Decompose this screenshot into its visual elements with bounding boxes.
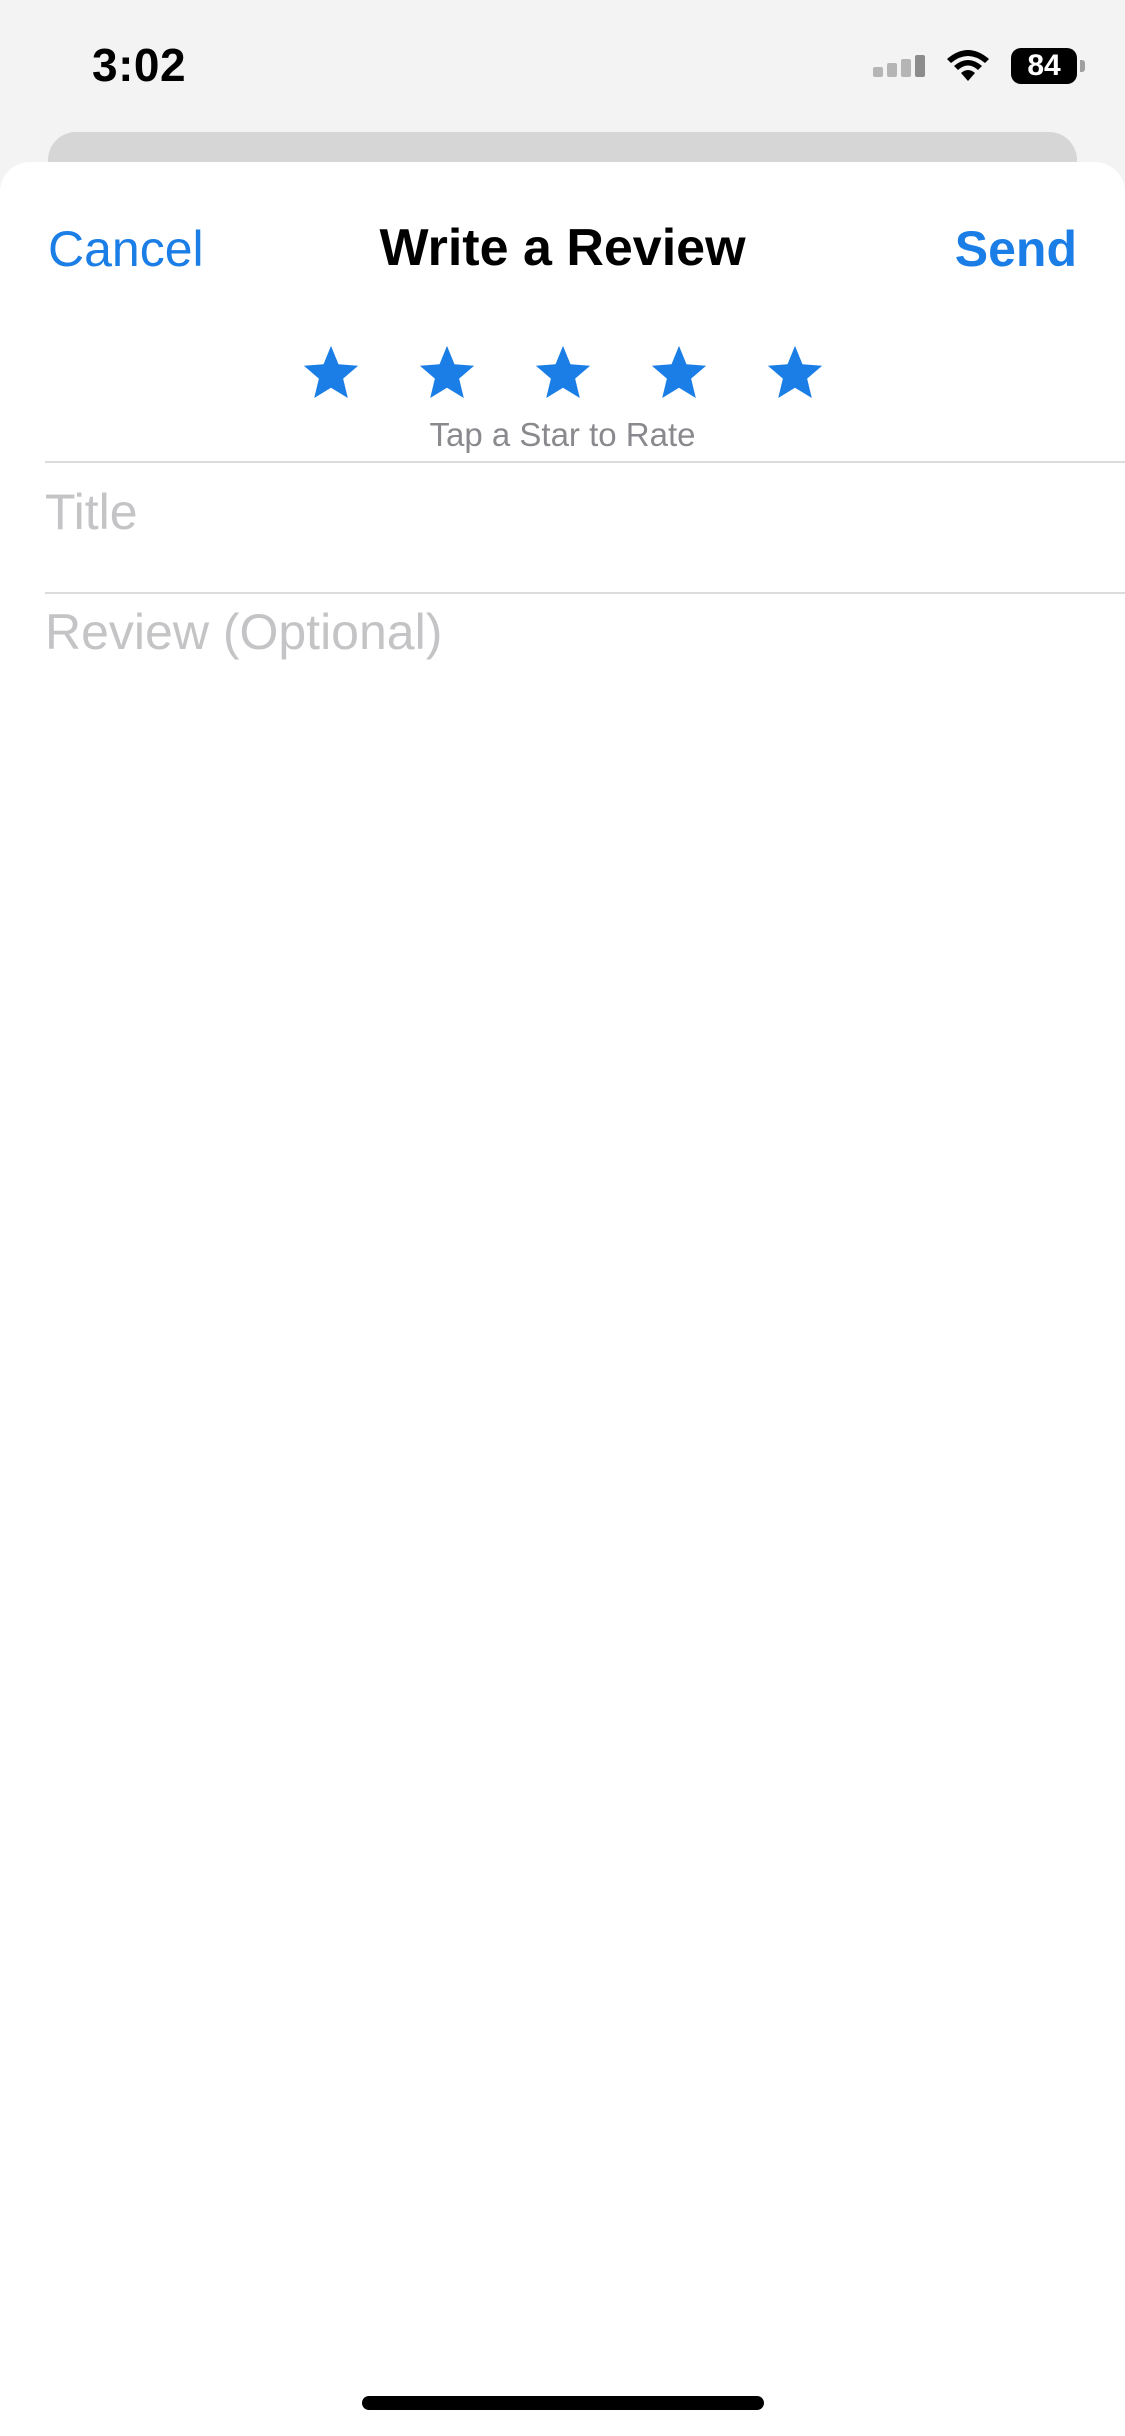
status-bar: 3:02 84 xyxy=(0,0,1125,140)
signal-icon xyxy=(869,55,925,77)
send-button[interactable]: Send xyxy=(955,220,1077,278)
star-3-icon[interactable] xyxy=(532,342,594,404)
review-input[interactable] xyxy=(45,602,1085,2302)
review-sheet: Cancel Write a Review Send Tap a Star to… xyxy=(0,162,1125,2436)
battery-level: 84 xyxy=(1011,48,1077,84)
wifi-icon xyxy=(947,50,989,81)
status-icons: 84 xyxy=(869,48,1085,84)
status-time: 3:02 xyxy=(92,39,187,91)
cancel-button[interactable]: Cancel xyxy=(48,220,204,278)
star-2-icon[interactable] xyxy=(416,342,478,404)
home-indicator[interactable] xyxy=(362,2396,764,2410)
star-4-icon[interactable] xyxy=(648,342,710,404)
battery-icon: 84 xyxy=(1011,48,1085,84)
star-5-icon[interactable] xyxy=(764,342,826,404)
divider xyxy=(45,592,1125,594)
star-rating[interactable] xyxy=(0,342,1125,404)
star-1-icon[interactable] xyxy=(300,342,362,404)
rating-hint: Tap a Star to Rate xyxy=(429,416,696,453)
title-input[interactable] xyxy=(45,462,1085,562)
